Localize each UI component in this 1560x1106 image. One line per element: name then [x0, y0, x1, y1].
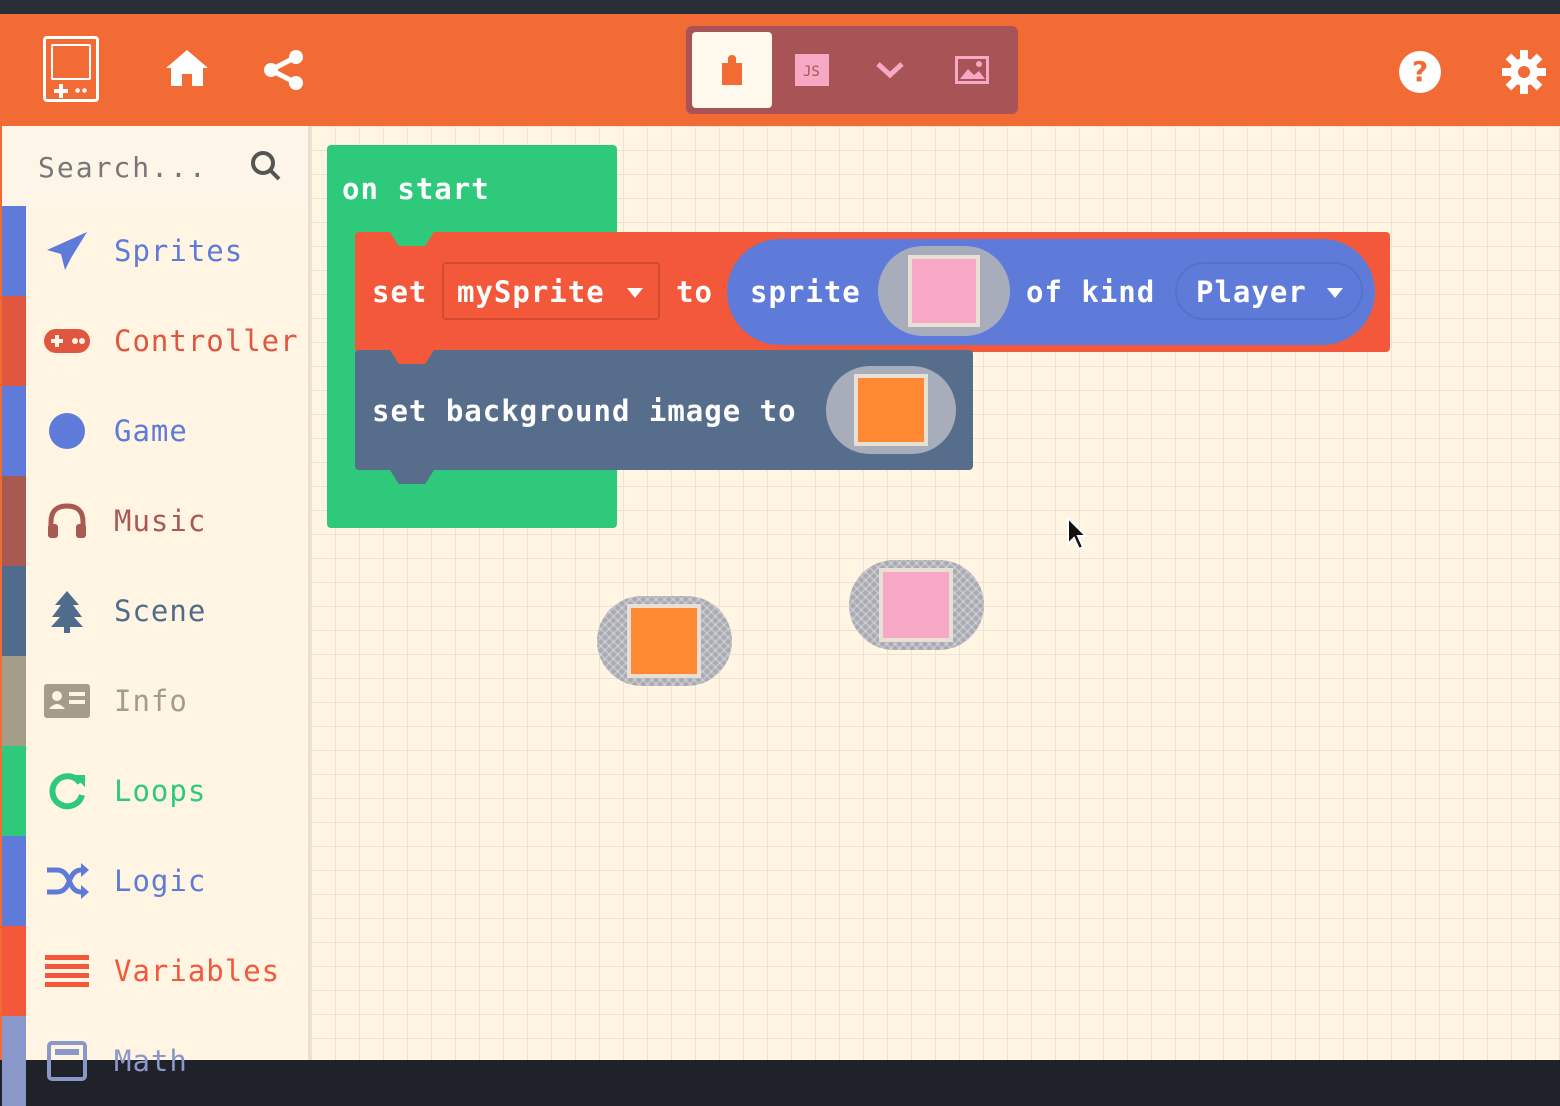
gamepad-icon [42, 318, 92, 364]
category-controller[interactable]: Controller [2, 296, 308, 386]
category-color-bar [2, 386, 26, 476]
floating-image-preview [627, 604, 701, 678]
share-icon[interactable] [262, 50, 306, 90]
javascript-mode-button[interactable]: JS [772, 32, 852, 108]
category-label: Game [114, 414, 188, 448]
headphones-icon [42, 498, 92, 544]
category-color-bar [2, 476, 26, 566]
chevron-down-icon [876, 62, 904, 79]
category-label: Info [114, 684, 188, 718]
sprite-label: sprite [750, 275, 861, 309]
category-color-bar [2, 836, 26, 926]
sprite-image-slot[interactable] [878, 246, 1010, 336]
category-color-bar [2, 746, 26, 836]
background-image-preview [854, 374, 928, 446]
category-label: Controller [114, 324, 299, 358]
category-color-bar [2, 656, 26, 746]
toolbox-sidebar: Sprites Controller Game [0, 126, 308, 1106]
js-icon: JS [795, 54, 829, 86]
to-label: to [676, 275, 713, 309]
floating-image-block[interactable] [597, 596, 732, 686]
id-card-icon [42, 678, 92, 724]
category-color-bar [2, 926, 26, 1016]
category-label: Sprites [114, 234, 244, 268]
search-icon[interactable] [250, 150, 282, 182]
category-scene[interactable]: Scene [2, 566, 308, 656]
editor-toggle: JS [686, 26, 1018, 114]
svg-text:?: ? [1412, 55, 1428, 88]
list-icon [42, 948, 92, 994]
on-start-label: on start [342, 172, 490, 206]
logo-dpad-vertical [59, 84, 63, 98]
category-label: Math [114, 1044, 188, 1078]
help-icon[interactable]: ? [1398, 50, 1442, 94]
floating-image-preview [879, 568, 953, 642]
block-notch [390, 232, 434, 246]
category-label: Logic [114, 864, 207, 898]
category-game[interactable]: Game [2, 386, 308, 476]
paper-plane-icon [42, 228, 92, 274]
floating-image-block[interactable] [849, 560, 984, 650]
dropdown-arrow-icon [1327, 288, 1343, 298]
logo-buttons [74, 88, 88, 93]
set-label: set [372, 275, 428, 309]
puzzle-icon [722, 55, 742, 85]
kind-value: Player [1196, 275, 1307, 309]
category-label: Music [114, 504, 207, 538]
background-image-slot[interactable] [826, 366, 956, 454]
refresh-icon [42, 768, 92, 814]
mouse-cursor-icon [1067, 516, 1089, 551]
arcade-logo[interactable] [43, 36, 99, 102]
dropdown-arrow-icon [627, 288, 643, 298]
window-top-strip [0, 0, 1560, 14]
logo-screen [51, 44, 91, 80]
more-modes-button[interactable] [850, 32, 930, 108]
category-label: Variables [114, 954, 281, 988]
circle-icon [42, 408, 92, 454]
category-info[interactable]: Info [2, 656, 308, 746]
category-label: Scene [114, 594, 207, 628]
block-notch [390, 350, 434, 364]
category-sprites[interactable]: Sprites [2, 206, 308, 296]
header-bar: JS ? [0, 14, 1560, 126]
category-color-bar [2, 566, 26, 656]
shuffle-icon [42, 858, 92, 904]
category-color-bar [2, 206, 26, 296]
tree-icon [42, 588, 92, 634]
category-color-bar [2, 296, 26, 386]
category-math[interactable]: Math [2, 1016, 308, 1106]
set-background-label: set background image to [372, 394, 797, 428]
calculator-icon [42, 1038, 92, 1084]
blocks-mode-button[interactable] [692, 32, 772, 108]
variable-name: mySprite [457, 275, 605, 309]
image-icon [955, 56, 989, 84]
home-icon[interactable] [164, 48, 210, 88]
of-kind-label: of kind [1026, 275, 1156, 309]
category-music[interactable]: Music [2, 476, 308, 566]
category-variables[interactable]: Variables [2, 926, 308, 1016]
category-logic[interactable]: Logic [2, 836, 308, 926]
search-input[interactable] [36, 146, 240, 188]
settings-gear-icon[interactable] [1502, 50, 1546, 94]
category-label: Loops [114, 774, 207, 808]
sprite-image-preview [908, 255, 980, 327]
category-color-bar [2, 1016, 26, 1106]
category-loops[interactable]: Loops [2, 746, 308, 836]
toolbox-search [2, 126, 308, 206]
assets-mode-button[interactable] [932, 32, 1012, 108]
